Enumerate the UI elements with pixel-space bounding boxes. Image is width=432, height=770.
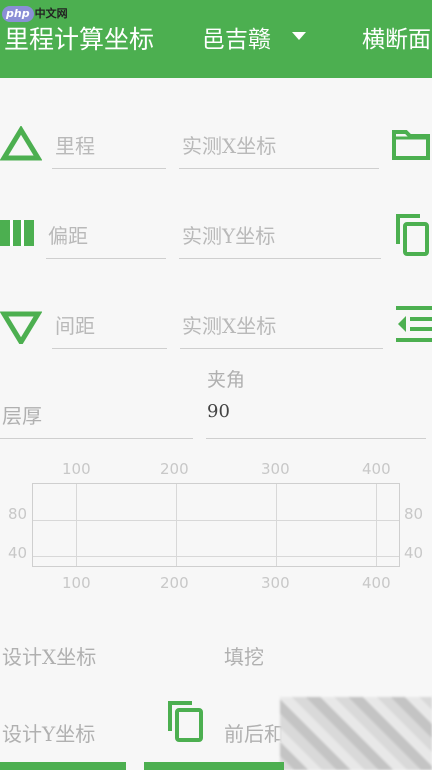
- mileage-underline: [52, 168, 166, 169]
- offset-underline: [46, 258, 166, 259]
- triangle-up-icon[interactable]: [0, 126, 42, 162]
- angle-input[interactable]: 90: [207, 401, 230, 422]
- app-bar: php 中文网 里程计算坐标 邑吉赣 横断面: [0, 0, 432, 78]
- spacing-input[interactable]: 间距: [55, 310, 95, 339]
- fill-cut-label: 填挖: [224, 645, 264, 669]
- x-tick-top-200: 200: [160, 460, 189, 478]
- triangle-down-icon[interactable]: [0, 310, 42, 344]
- offset-input[interactable]: 偏距: [48, 220, 88, 249]
- chart-plot-area: [32, 483, 400, 567]
- x-tick-top-300: 300: [261, 460, 290, 478]
- y-tick-left-40: 40: [8, 544, 28, 562]
- columns-icon[interactable]: [0, 218, 36, 248]
- x-tick-bottom-100: 100: [62, 574, 91, 592]
- chevron-down-icon[interactable]: [292, 32, 306, 40]
- bottom-button-left[interactable]: [0, 762, 126, 770]
- x-tick-top-400: 400: [362, 460, 391, 478]
- pixelated-overlay: [280, 697, 432, 770]
- x-coord-input-2[interactable]: 实测X坐标: [182, 310, 276, 339]
- app-title: 里程计算坐标: [4, 25, 155, 54]
- x-tick-bottom-200: 200: [160, 574, 189, 592]
- watermark-logo: php 中文网: [2, 2, 68, 22]
- gridline-h-80: [33, 520, 399, 521]
- x-coord-input-1[interactable]: 实测X坐标: [182, 130, 276, 159]
- angle-label: 夹角: [207, 369, 246, 391]
- design-y-label: 设计Y坐标: [2, 722, 96, 746]
- mileage-input[interactable]: 里程: [55, 130, 95, 159]
- x-coord-underline-1: [179, 168, 379, 169]
- spacing-underline: [52, 348, 167, 349]
- x-tick-bottom-400: 400: [362, 574, 391, 592]
- gridline-h-40: [33, 556, 399, 557]
- bottom-button-right[interactable]: [144, 762, 284, 770]
- thickness-label[interactable]: 层厚: [2, 400, 42, 429]
- design-x-label: 设计X坐标: [2, 645, 97, 669]
- x-coord-underline-2: [180, 348, 383, 349]
- gridline-v-200: [176, 484, 177, 566]
- location-dropdown[interactable]: 邑吉赣: [202, 20, 271, 54]
- y-tick-right-40: 40: [404, 544, 424, 562]
- x-tick-bottom-300: 300: [261, 574, 290, 592]
- y-coord-underline: [179, 258, 381, 259]
- copy-icon[interactable]: [392, 210, 432, 258]
- copy-icon-bottom[interactable]: [164, 697, 206, 743]
- gridline-v-100: [76, 484, 77, 566]
- gridline-v-400: [376, 484, 377, 566]
- folder-icon[interactable]: [390, 124, 432, 162]
- angle-underline: [206, 438, 426, 439]
- y-coord-input[interactable]: 实测Y坐标: [182, 220, 275, 249]
- gridline-v-300: [276, 484, 277, 566]
- y-tick-left-80: 80: [8, 505, 28, 523]
- y-tick-right-80: 80: [404, 505, 424, 523]
- thickness-underline: [0, 438, 193, 439]
- front-back-label: 前后和: [224, 722, 284, 746]
- x-tick-top-100: 100: [62, 460, 91, 478]
- indent-icon[interactable]: [394, 304, 432, 344]
- tab-cross-section[interactable]: 横断面: [362, 20, 431, 54]
